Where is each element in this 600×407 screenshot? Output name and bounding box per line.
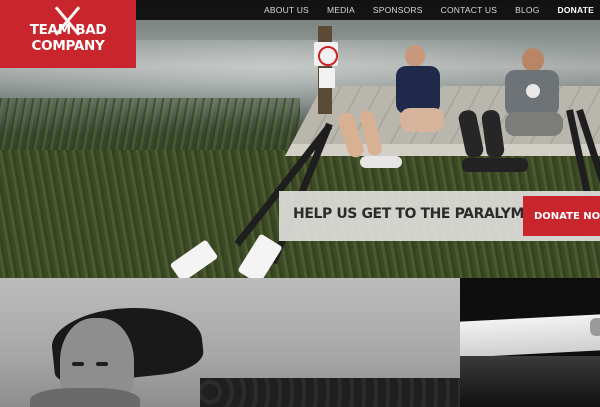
- athlete-eye: [96, 362, 108, 366]
- nav-blog[interactable]: BLOG: [506, 5, 548, 15]
- athlete-man-head: [522, 48, 544, 72]
- sneaker: [360, 156, 402, 168]
- cta-headline: HELP US GET TO THE PARALYMPICS: [293, 206, 559, 222]
- athlete-eye: [72, 362, 84, 366]
- athlete-woman-head: [405, 45, 425, 67]
- prosthetic-foot: [462, 158, 528, 172]
- boat-hull: [460, 314, 600, 358]
- athlete-shoulder: [30, 388, 140, 407]
- shirt-logo: [526, 84, 540, 98]
- main-nav: ABOUT US MEDIA SPONSORS CONTACT US BLOG …: [255, 0, 600, 20]
- no-swimming-sign: [314, 42, 338, 66]
- athlete-man-legs: [505, 112, 563, 136]
- nav-donate[interactable]: DONATE: [549, 5, 600, 15]
- rowing-boat-photo: [460, 278, 600, 407]
- nav-sponsors[interactable]: SPONSORS: [364, 5, 432, 15]
- info-sign: [319, 68, 335, 88]
- nav-contact-us[interactable]: CONTACT US: [432, 5, 506, 15]
- treeline: [200, 378, 460, 407]
- nav-about-us[interactable]: ABOUT US: [255, 5, 318, 15]
- site-logo[interactable]: TEAM BAD COMPANY: [0, 0, 136, 68]
- nav-media[interactable]: MEDIA: [318, 5, 364, 15]
- reeds: [0, 98, 300, 158]
- donate-now-button[interactable]: DONATE NOW: [523, 196, 600, 236]
- athlete-woman-legs: [400, 108, 444, 132]
- boat-shadow: [460, 356, 600, 407]
- athlete-portrait-photo: [0, 278, 460, 407]
- athlete-woman-body: [396, 66, 440, 114]
- donation-call-to-action: HELP US GET TO THE PARALYMPICS DONATE NO…: [279, 191, 600, 241]
- rower-hand: [590, 318, 600, 336]
- brand-name: TEAM BAD COMPANY: [29, 22, 107, 54]
